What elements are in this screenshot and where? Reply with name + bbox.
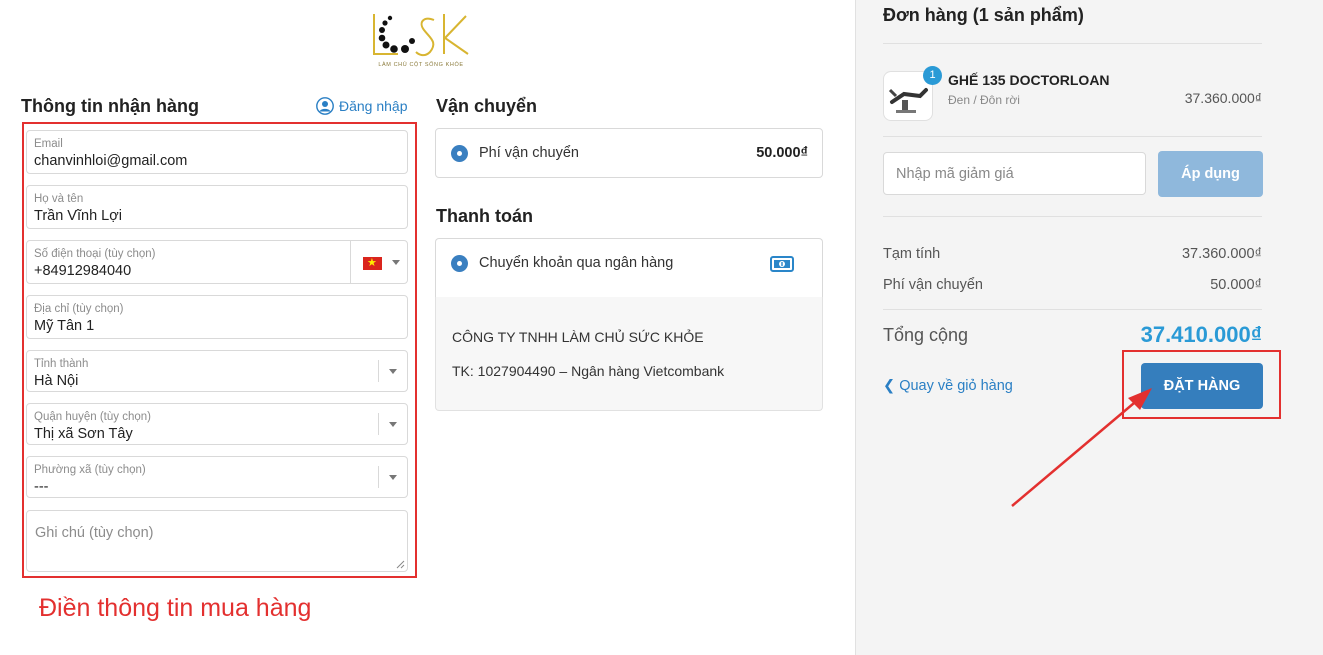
apply-coupon-button[interactable]: Áp dụng: [1158, 151, 1263, 197]
ward-label: Phường xã (tùy chọn): [34, 464, 146, 476]
chevron-left-icon: ❮: [883, 378, 896, 394]
product-price: 37.360.000₫: [1184, 90, 1262, 106]
note-placeholder: Ghi chú (tùy chọn): [35, 525, 154, 541]
quantity-badge: 1: [923, 66, 942, 85]
shipping-fee-label: Phí vận chuyển: [883, 277, 983, 293]
back-to-cart-label: Quay về giỏ hàng: [899, 378, 1013, 394]
phone-field[interactable]: Số điện thoại (tùy chọn) +84912984040 ★: [26, 240, 408, 284]
back-to-cart-link[interactable]: ❮ Quay về giỏ hàng: [883, 378, 1013, 394]
total-value: 37.410.000₫: [1140, 322, 1262, 347]
district-select[interactable]: Quận huyện (tùy chọn) Thị xã Sơn Tây: [26, 403, 408, 445]
chevron-down-icon: [389, 422, 397, 427]
province-select[interactable]: Tỉnh thành Hà Nội: [26, 350, 408, 392]
province-value: Hà Nội: [34, 373, 79, 389]
country-code-select[interactable]: ★: [350, 241, 407, 283]
shipping-fee-value: 50.000₫: [1210, 277, 1262, 293]
chevron-down-icon: [389, 475, 397, 480]
district-value: Thị xã Sơn Tây: [34, 426, 133, 442]
radio-selected[interactable]: [451, 145, 468, 162]
shipping-option[interactable]: Phí vận chuyển 50.000₫: [435, 128, 823, 178]
order-title: Đơn hàng (1 sản phẩm): [883, 5, 1084, 25]
full-name-label: Họ và tên: [34, 193, 84, 205]
login-link[interactable]: Đăng nhập: [316, 97, 408, 115]
subtotal-value: 37.360.000₫: [1181, 246, 1262, 262]
province-label: Tỉnh thành: [34, 358, 89, 370]
payment-option[interactable]: Chuyển khoản qua ngân hàng: [435, 238, 823, 298]
shipping-info-title: Thông tin nhận hàng: [21, 96, 199, 116]
full-name-field[interactable]: Họ và tên Trần Vĩnh Lợi: [26, 185, 408, 229]
coupon-placeholder: Nhập mã giảm giá: [896, 166, 1014, 182]
highlight-frame-order-button: [1122, 350, 1281, 419]
ward-select[interactable]: Phường xã (tùy chọn) ---: [26, 456, 408, 498]
product-variant: Đen / Đôn rời: [948, 93, 1020, 107]
total-label: Tổng cộng: [883, 325, 969, 345]
full-name-value: Trần Vĩnh Lợi: [34, 208, 122, 224]
payment-option-label: Chuyển khoản qua ngân hàng: [479, 255, 674, 271]
annotation-text: Điền thông tin mua hàng: [39, 594, 312, 622]
bank-transfer-info: CÔNG TY TNHH LÀM CHỦ SỨC KHỎE TK: 102790…: [435, 297, 823, 411]
order-summary-panel: Đơn hàng (1 sản phẩm) 1 GHẾ 135 DOCTORLO…: [855, 0, 1323, 655]
user-icon: [316, 97, 334, 115]
email-label: Email: [34, 138, 63, 150]
address-value: Mỹ Tân 1: [34, 318, 95, 334]
phone-label: Số điện thoại (tùy chọn): [34, 248, 156, 260]
vn-flag-icon: ★: [363, 257, 382, 270]
money-icon: [770, 256, 794, 272]
chevron-down-icon: [392, 260, 400, 265]
shipping-option-label: Phí vận chuyển: [479, 145, 579, 161]
payment-title: Thanh toán: [436, 206, 533, 226]
shipping-title: Vận chuyển: [436, 96, 538, 116]
subtotal-label: Tạm tính: [883, 246, 941, 262]
email-value: chanvinhloi@gmail.com: [34, 153, 188, 169]
login-label: Đăng nhập: [339, 98, 408, 114]
ward-value: ---: [34, 479, 49, 495]
resize-handle-icon[interactable]: [396, 560, 405, 569]
shipping-option-price: 50.000₫: [756, 145, 808, 161]
product-name: GHẾ 135 DOCTORLOAN: [948, 72, 1110, 88]
address-field[interactable]: Địa chỉ (tùy chọn) Mỹ Tân 1: [26, 295, 408, 339]
phone-value: +84912984040: [34, 263, 132, 279]
company-name: CÔNG TY TNHH LÀM CHỦ SỨC KHỎE: [452, 329, 704, 345]
address-label: Địa chỉ (tùy chọn): [34, 303, 124, 315]
district-label: Quận huyện (tùy chọn): [34, 411, 151, 423]
email-field[interactable]: Email chanvinhloi@gmail.com: [26, 130, 408, 174]
coupon-input[interactable]: Nhập mã giảm giá: [883, 152, 1146, 195]
note-textarea[interactable]: Ghi chú (tùy chọn): [26, 510, 408, 572]
logo-tagline: LÀM CHỦ CỘT SỐNG KHỎE: [378, 62, 464, 68]
chevron-down-icon: [389, 369, 397, 374]
radio-selected[interactable]: [451, 255, 468, 272]
brand-logo: LÀM CHỦ CỘT SỐNG KHỎE: [368, 8, 474, 72]
bank-account: TK: 1027904490 – Ngân hàng Vietcombank: [452, 363, 725, 379]
